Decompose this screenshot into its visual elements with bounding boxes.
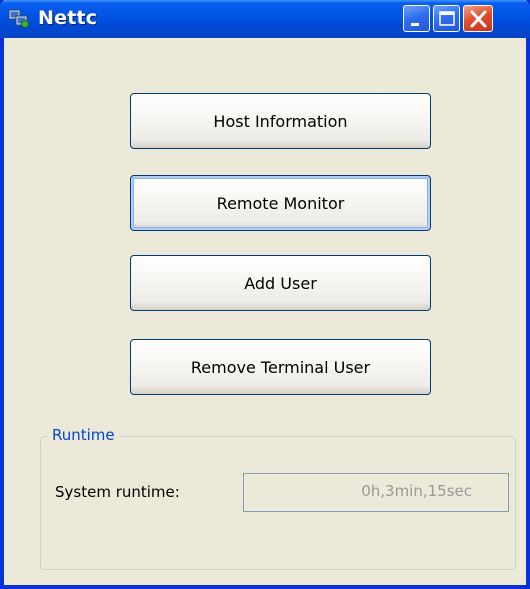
host-information-button[interactable]: Host Information: [130, 93, 431, 149]
runtime-group-legend: Runtime: [48, 426, 119, 444]
remove-terminal-user-button[interactable]: Remove Terminal User: [130, 339, 431, 395]
minimize-icon: [411, 23, 419, 26]
title-bar[interactable]: Nettc: [0, 0, 530, 38]
app-window: Nettc Host Information Remote Monitor Ad…: [0, 0, 530, 589]
close-icon: [470, 10, 487, 28]
maximize-icon: [439, 11, 455, 26]
remote-monitor-button[interactable]: Remote Monitor: [130, 175, 431, 231]
close-button[interactable]: [463, 5, 493, 32]
window-title: Nettc: [38, 7, 98, 29]
add-user-button[interactable]: Add User: [130, 255, 431, 311]
minimize-button[interactable]: [403, 5, 430, 32]
network-monitor-icon: [8, 9, 30, 29]
maximize-button[interactable]: [433, 5, 460, 32]
system-runtime-field: 0h,3min,15sec: [243, 473, 509, 512]
system-runtime-label: System runtime:: [55, 483, 180, 501]
